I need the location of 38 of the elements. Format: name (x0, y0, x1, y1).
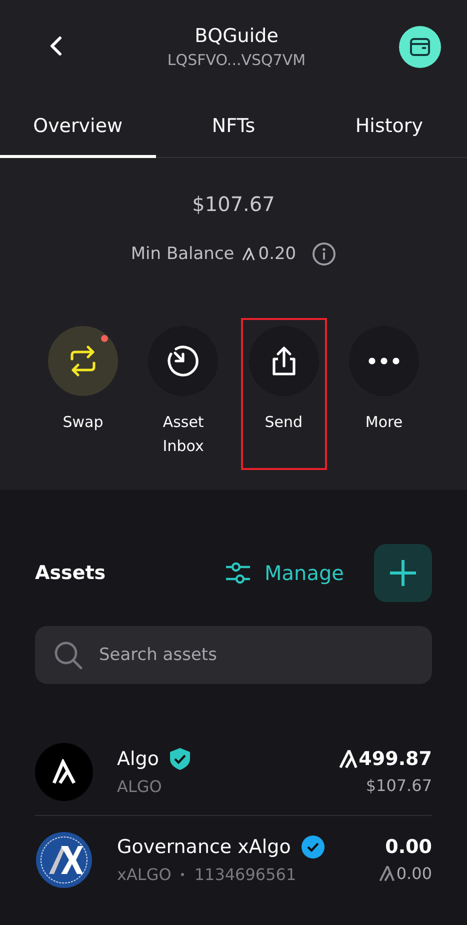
asset-ticker: ALGO (117, 777, 162, 796)
plus-icon (388, 558, 418, 588)
asset-id: 1134696561 (194, 865, 296, 884)
min-balance-label: Min Balance (130, 244, 234, 264)
algo-icon (338, 749, 359, 769)
asset-name: Governance xAlgo (117, 836, 291, 858)
asset-value: $107.67 (366, 776, 432, 795)
search-field[interactable]: Search assets (35, 626, 432, 684)
action-button[interactable]: Send (240, 318, 327, 470)
separator-dot (181, 873, 184, 876)
swap-icon (68, 345, 98, 377)
asset-value: 0.00 (379, 864, 432, 883)
min-balance-value: 0.20 (242, 244, 296, 264)
account-address: LQSFVO...VSQ7VM (166, 51, 307, 69)
wallet-icon (409, 37, 431, 57)
manage-button[interactable]: Manage (218, 560, 350, 586)
tab[interactable]: Overview (0, 88, 156, 158)
asset-ticker: xALGO (117, 865, 172, 884)
algo-icon (379, 865, 396, 882)
balance-amount: $107.67 (191, 192, 276, 216)
clock-arrow-icon (166, 344, 200, 378)
tab[interactable]: NFTs (156, 88, 312, 158)
tab[interactable]: History (311, 88, 467, 158)
algo-icon (242, 247, 256, 261)
action-button[interactable]: Asset Inbox (140, 318, 226, 470)
action-button[interactable]: More (340, 318, 427, 470)
info-icon[interactable] (312, 242, 336, 266)
asset-name: Algo (117, 748, 159, 770)
account-title: BQGuide (194, 25, 280, 47)
wallet-button[interactable] (399, 26, 441, 68)
assets-heading: Assets (35, 562, 107, 584)
asset-logo (35, 830, 93, 888)
asset-amount: 499.87 (338, 748, 432, 770)
add-asset-button[interactable] (374, 544, 432, 602)
action-button[interactable]: Swap (40, 318, 126, 470)
asset-amount: 0.00 (385, 836, 432, 858)
more-icon (368, 357, 400, 365)
sliders-icon (224, 562, 251, 584)
